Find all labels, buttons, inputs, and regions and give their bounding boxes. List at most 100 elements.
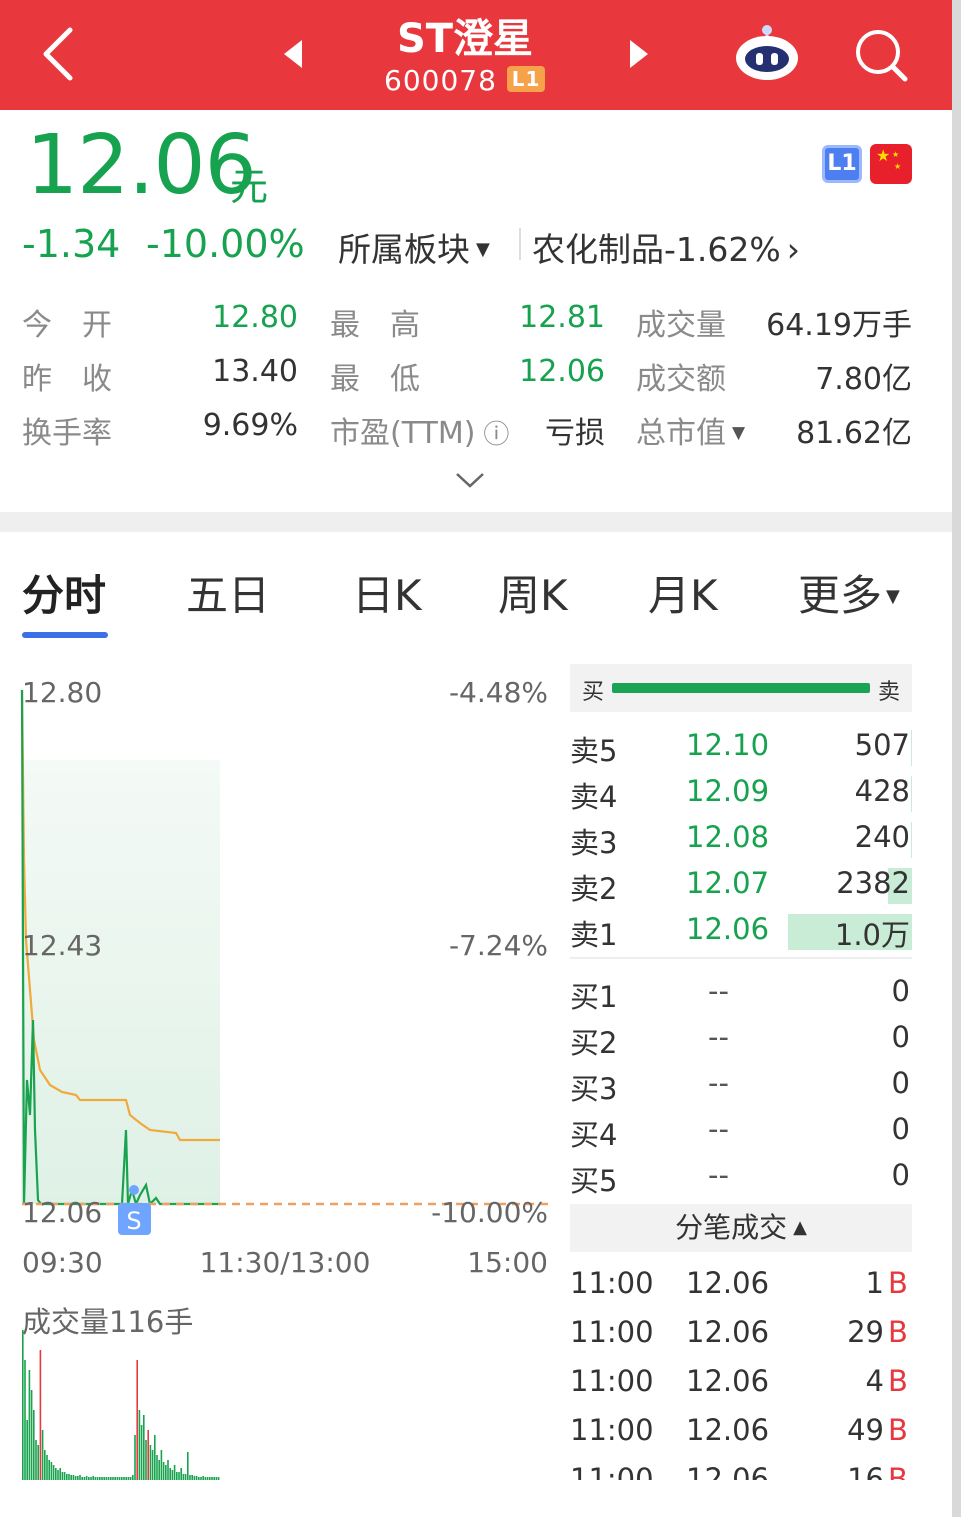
sector-dropdown[interactable]: 所属板块 ▼	[338, 223, 490, 271]
volume-bar	[33, 1410, 35, 1480]
ask-price: 12.07	[686, 866, 770, 900]
mcap-value: 81.62亿	[796, 416, 912, 451]
volume-label: 成交量	[636, 308, 726, 343]
bid-volume: 0	[891, 1112, 910, 1146]
tab-more[interactable]: 更多 ▼	[798, 562, 900, 623]
amount-label: 成交额	[636, 362, 726, 397]
price-unit: 元	[230, 165, 269, 209]
volume-bar	[132, 1475, 134, 1480]
search-icon[interactable]	[854, 28, 908, 82]
trade-time: 11:00	[570, 1266, 654, 1300]
low-value: 12.06	[519, 354, 605, 389]
chevron-left-icon[interactable]	[38, 26, 78, 82]
pe-label[interactable]: 市盈(TTM) ⓘ	[330, 408, 509, 452]
tab-five-day[interactable]: 五日	[186, 562, 270, 623]
open-label: 今 开	[22, 308, 112, 343]
info-icon[interactable]: ⓘ	[483, 420, 509, 450]
current-price: 12.06	[26, 118, 257, 213]
volume-bar	[165, 1465, 167, 1480]
expand-chevron-icon[interactable]	[454, 470, 486, 490]
level-badge-l1[interactable]: L1	[822, 145, 862, 183]
volume-bar	[114, 1477, 116, 1480]
high-label: 最 高	[330, 308, 420, 343]
volume-bar	[50, 1462, 53, 1480]
tab-week-k[interactable]: 周K	[498, 562, 568, 623]
ask-volume: 428	[854, 774, 910, 808]
caret-down-icon: ▼	[886, 586, 900, 607]
volume-bar	[59, 1468, 61, 1480]
trades-header-label: 分笔成交	[675, 1211, 788, 1244]
volume-bar	[107, 1477, 110, 1480]
ask-volume: 240	[854, 820, 910, 854]
bid-price: --	[708, 1020, 729, 1054]
bid-volume: 0	[891, 1020, 910, 1054]
stock-detail-screen: { "header":{"title":"ST澄星","code":"60007…	[0, 0, 961, 1517]
volume-bar	[83, 1477, 86, 1480]
volume-bar	[112, 1477, 114, 1480]
open-value: 12.80	[212, 300, 298, 335]
volume-bar	[63, 1472, 66, 1480]
scrollbar-strip	[952, 0, 961, 1517]
active-tab-indicator	[22, 632, 108, 638]
low-label: 最 低	[330, 362, 420, 397]
tab-month-k[interactable]: 月K	[648, 562, 718, 623]
bid-price: --	[708, 1066, 729, 1100]
trades-header[interactable]: 分笔成交 ▲	[570, 1204, 912, 1252]
bid-level-label: 买1	[570, 980, 618, 1014]
triangle-left-icon[interactable]	[282, 38, 304, 70]
ask-level-label: 卖1	[570, 918, 618, 952]
volume-bar	[162, 1462, 165, 1480]
volume-bar	[70, 1475, 72, 1480]
volume-bar	[41, 1430, 44, 1480]
prev-close-label: 昨 收	[22, 362, 112, 397]
volume-bar	[61, 1472, 64, 1480]
triangle-right-icon[interactable]	[628, 38, 650, 70]
trade-side: B	[888, 1413, 908, 1447]
volume-bar	[101, 1477, 103, 1480]
mcap-dropdown[interactable]: 总市值 ▼	[636, 408, 745, 452]
pct-label-top: -4.48%	[449, 676, 548, 709]
chevron-right-icon: ›	[786, 230, 800, 269]
volume-bar	[57, 1470, 59, 1480]
divider	[519, 228, 521, 260]
trade-volume: 29	[847, 1315, 884, 1349]
volume-bar	[217, 1477, 220, 1480]
book-divider	[570, 957, 912, 959]
mcap-label: 总市值	[636, 416, 726, 451]
volume-bar	[90, 1477, 92, 1480]
bid-volume: 0	[891, 1158, 910, 1192]
price-label-top: 12.80	[22, 676, 102, 709]
trade-volume: 4	[865, 1364, 884, 1398]
volume-bar	[105, 1477, 108, 1480]
ask-price: 12.10	[686, 728, 770, 762]
tab-minute[interactable]: 分时	[22, 562, 106, 623]
sector-link[interactable]: 农化制品-1.62% ›	[532, 223, 800, 271]
trade-volume: 1	[865, 1266, 884, 1300]
trade-price: 12.06	[686, 1266, 770, 1300]
trade-price: 12.06	[686, 1315, 770, 1349]
volume-bar	[116, 1477, 119, 1480]
trades-list[interactable]: 11:00 12.06 1 B 11:00 12.06 29 B 11:00 12.06 4 B 11:…	[560, 1262, 920, 1480]
volume-bar	[121, 1477, 123, 1480]
trade-side: B	[888, 1462, 908, 1480]
prev-close-value: 13.40	[212, 354, 298, 389]
amount-value: 7.80亿	[815, 362, 912, 397]
bid-level-label: 买5	[570, 1164, 618, 1198]
volume-bar	[149, 1445, 152, 1480]
volume-bar	[154, 1435, 156, 1480]
volume-bar	[158, 1460, 160, 1480]
sell-ratio-label: 卖	[878, 680, 901, 705]
volume-bar	[88, 1477, 90, 1480]
tab-day-k[interactable]: 日K	[352, 562, 422, 623]
volume-bar	[209, 1477, 211, 1480]
price-label-bottom: 12.06	[22, 1196, 102, 1229]
volume-bar	[167, 1460, 169, 1480]
caret-down-icon: ▼	[476, 239, 490, 260]
volume-bar	[24, 1360, 26, 1480]
bid-price: --	[708, 1112, 729, 1146]
intraday-chart[interactable]: S 12.80 12.43 12.06 -4.48% -7.24% -10.00…	[0, 660, 560, 1490]
robot-icon[interactable]	[734, 22, 800, 84]
ask-level-label: 卖4	[570, 780, 618, 814]
volume-bar	[160, 1450, 163, 1480]
sector-name: 农化制品	[532, 230, 664, 269]
